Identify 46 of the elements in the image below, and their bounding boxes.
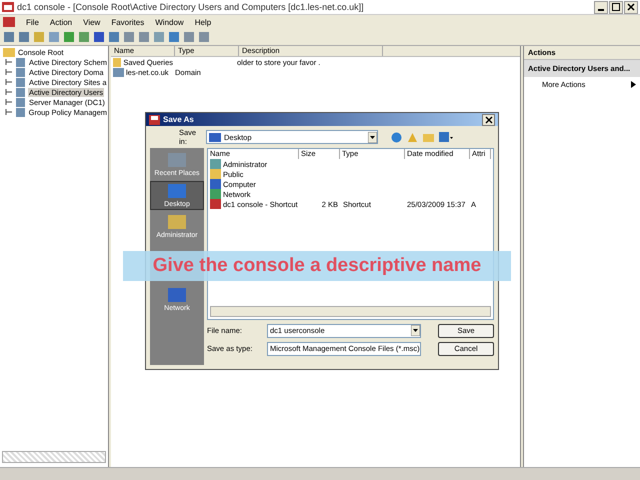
close-icon [484,116,492,124]
menu-item[interactable]: File [26,18,39,26]
place-icon [166,183,188,201]
close-icon [626,2,636,12]
menu-item[interactable]: Window [155,18,184,26]
toolbar-icon[interactable] [108,31,120,43]
minimize-icon [598,8,604,10]
menu-item[interactable]: View [83,18,100,26]
folder-icon [3,47,15,57]
dropdown-arrow-icon [368,132,377,142]
expand-icon[interactable] [5,78,13,86]
expand-icon[interactable] [5,98,13,106]
toolbar-icon[interactable] [78,31,90,43]
toolbar-icon[interactable] [93,31,105,43]
caption-banner: Give the console a descriptive name [123,251,511,281]
menu-item[interactable]: Help [194,18,212,26]
horizontal-scrollbar[interactable] [210,306,491,317]
place-icon [166,287,188,305]
toolbar-icon[interactable] [183,31,195,43]
menu-item[interactable]: Favorites [111,18,144,26]
horizontal-scrollbar[interactable] [2,451,106,463]
expand-icon[interactable] [5,108,13,116]
close-button[interactable] [482,114,495,126]
submenu-arrow-icon [631,81,636,88]
expand-icon[interactable] [5,68,13,76]
window-title: dc1 console - [Console Root\Active Directory Users and Computers [dc1.les-net.co.uk]] [17,2,364,12]
dropdown-arrow-icon [411,325,420,336]
maximize-button[interactable] [609,0,623,14]
expand-icon[interactable] [5,88,13,96]
expand-icon[interactable] [5,58,13,66]
toolbar-icon[interactable] [123,31,135,43]
dialog-title: Save As [163,115,194,124]
folder-icon [210,169,221,179]
toolbar-icon[interactable] [63,31,75,43]
toolbar-icon[interactable] [3,31,15,43]
place-icon [166,214,188,232]
toolbar-icon[interactable] [198,31,210,43]
place-icon [166,152,188,170]
minimize-button[interactable] [594,0,608,14]
close-button[interactable] [624,0,638,14]
toolbar-icon[interactable] [138,31,150,43]
maximize-icon [611,2,621,12]
menu-item[interactable]: Action [50,18,72,26]
toolbar-icon[interactable] [18,31,30,43]
toolbar-icon[interactable] [168,31,180,43]
folder-icon [113,57,122,67]
